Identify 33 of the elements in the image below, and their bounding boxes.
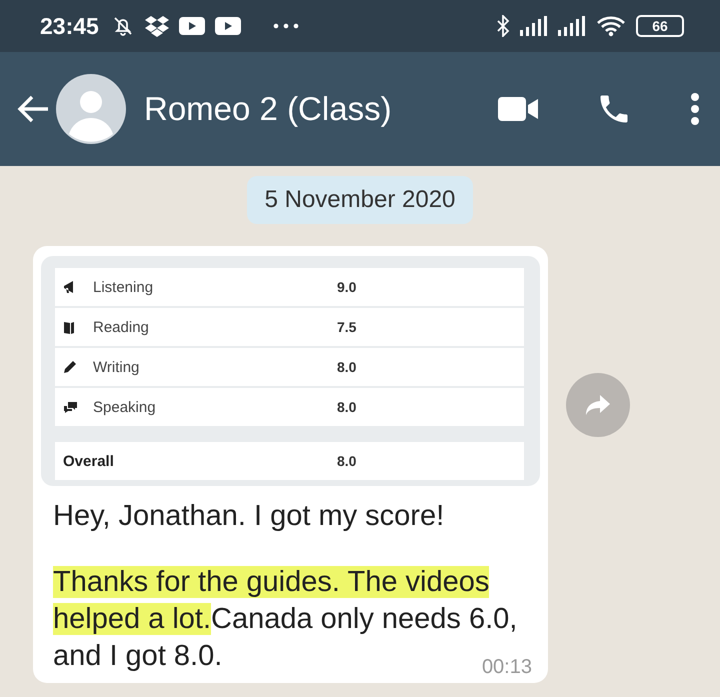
skill-label: Speaking bbox=[93, 398, 157, 416]
message-time: 00:13 bbox=[482, 656, 532, 679]
video-camera-icon[interactable] bbox=[498, 96, 538, 122]
score-value: 8.0 bbox=[337, 359, 356, 375]
play-icon bbox=[214, 17, 241, 35]
score-table-image[interactable]: Listening 9.0 Reading 7.5 Writing 8.0 Speaking 8.0 Overall 8.0 bbox=[41, 256, 540, 486]
share-arrow-icon bbox=[585, 394, 611, 416]
score-value: 9.0 bbox=[337, 279, 356, 295]
bluetooth-icon bbox=[496, 15, 510, 37]
clock: 23:45 bbox=[40, 12, 99, 40]
date-chip: 5 November 2020 bbox=[246, 176, 474, 224]
back-icon[interactable] bbox=[16, 94, 50, 124]
message-text: Hey, Jonathan. I got my score! bbox=[53, 499, 446, 534]
score-value: 7.5 bbox=[337, 319, 356, 335]
pencil-icon bbox=[63, 360, 77, 374]
avatar-icon[interactable] bbox=[56, 74, 126, 144]
wifi-icon bbox=[596, 15, 626, 37]
more-notifications-icon bbox=[272, 23, 299, 29]
book-icon bbox=[63, 320, 75, 334]
dropbox-icon bbox=[144, 15, 169, 37]
skill-label: Writing bbox=[93, 358, 140, 376]
battery-indicator: 66 bbox=[636, 15, 684, 37]
menu-icon[interactable] bbox=[690, 92, 700, 126]
skill-label: Listening bbox=[93, 278, 154, 296]
signal-icon bbox=[558, 16, 586, 36]
contact-name[interactable]: Romeo 2 (Class) bbox=[144, 90, 440, 128]
play-icon bbox=[178, 17, 205, 35]
score-value: 8.0 bbox=[337, 399, 356, 415]
score-value: 8.0 bbox=[337, 453, 356, 469]
chat-bubbles-icon bbox=[63, 400, 78, 414]
skill-label: Reading bbox=[93, 318, 150, 336]
signal-icon bbox=[520, 16, 548, 36]
overall-label: Overall bbox=[63, 452, 115, 470]
